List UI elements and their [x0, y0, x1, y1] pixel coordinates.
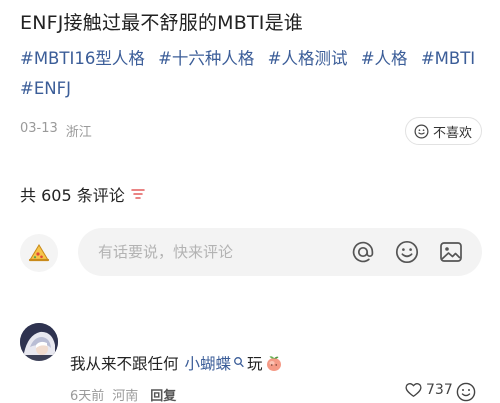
at-icon[interactable] — [350, 239, 376, 265]
tag-mbti[interactable]: #MBTI — [421, 44, 475, 74]
comment-text-suffix: 玩 — [247, 355, 263, 373]
comment-meta: 6天前 河南 回复 — [70, 385, 176, 403]
dislike-button[interactable]: 不喜欢 — [404, 117, 482, 145]
tag-sixteen-personalities[interactable]: #十六种人格 — [158, 44, 254, 74]
comment-mention-link[interactable]: 小蝴蝶 — [185, 352, 232, 374]
pizza-slice-icon — [28, 244, 50, 262]
comment-time: 6天前 — [70, 389, 105, 403]
post-title: ENFJ接触过最不舒服的MBTI是谁 — [20, 12, 303, 34]
image-icon[interactable] — [438, 239, 464, 265]
like-button[interactable]: 737 — [405, 382, 453, 398]
tag-personality-test[interactable]: #人格测试 — [268, 44, 348, 74]
search-small-icon — [233, 356, 245, 370]
filter-icon[interactable] — [130, 188, 145, 200]
reply-button[interactable]: 回复 — [150, 385, 176, 403]
comment-count-label: 共 605 条评论 — [20, 186, 125, 205]
tag-personality[interactable]: #人格 — [361, 44, 408, 74]
face-icon[interactable] — [455, 381, 477, 403]
comment-text-prefix: 我从来不跟任何 — [70, 355, 179, 373]
tag-enfj[interactable]: #ENFJ — [20, 74, 71, 104]
smile-face-icon — [414, 124, 429, 138]
peach-emoji-icon — [265, 354, 283, 372]
post-location: 浙江 — [65, 125, 92, 140]
heart-icon — [405, 383, 422, 397]
avatar[interactable] — [20, 323, 58, 361]
user-avatar-button[interactable] — [20, 234, 58, 272]
like-count: 737 — [426, 382, 453, 398]
dislike-label: 不喜欢 — [432, 125, 472, 141]
post-meta: 03-13 浙江 — [20, 121, 92, 140]
post-date: 03-13 — [20, 121, 58, 136]
comment-location: 河南 — [112, 389, 139, 403]
tag-mbti16[interactable]: #MBTI16型人格 — [20, 44, 145, 74]
comment-count-header: 共 605 条评论 — [20, 182, 145, 206]
tag-list: #MBTI16型人格 #十六种人格 #人格测试 #人格 #MBTI #ENFJ — [20, 44, 490, 104]
comment-input[interactable] — [98, 243, 338, 261]
comment-input-box[interactable] — [78, 228, 482, 276]
comment-input-row — [20, 228, 482, 276]
emoji-icon[interactable] — [394, 239, 420, 265]
comment-text: 我从来不跟任何 小蝴蝶 玩 — [70, 352, 283, 374]
